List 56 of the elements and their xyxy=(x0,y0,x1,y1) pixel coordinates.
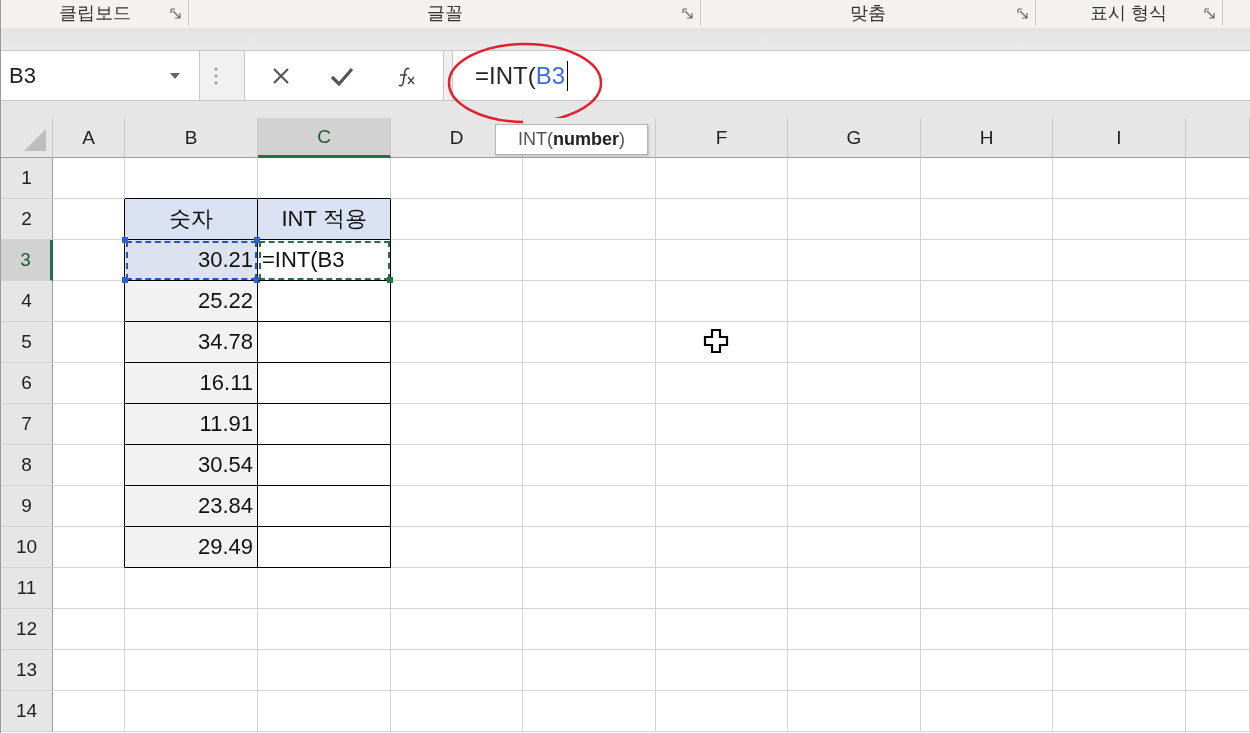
row-header[interactable]: 4 xyxy=(1,281,53,322)
function-tooltip: INT(number) xyxy=(495,124,648,155)
dropdown-arrow-icon[interactable] xyxy=(169,71,181,80)
table-cell: 30.21 xyxy=(125,240,258,281)
table-cell: 23.84 xyxy=(125,486,258,527)
table-cell: 16.11 xyxy=(125,363,258,404)
dialog-launcher-icon[interactable] xyxy=(1017,8,1029,20)
table-cell: 29.49 xyxy=(125,527,258,568)
row-header[interactable]: 11 xyxy=(1,568,53,609)
group-label: 글꼴 xyxy=(426,2,463,25)
header-cell: 숫자 xyxy=(125,199,258,240)
dialog-launcher-icon[interactable] xyxy=(1204,8,1216,20)
active-cell[interactable]: =INT(B3 xyxy=(258,240,391,281)
column-header[interactable]: G xyxy=(788,118,921,158)
column-header[interactable]: F xyxy=(656,118,788,158)
row-header[interactable]: 6 xyxy=(1,363,53,404)
reference-handle[interactable] xyxy=(254,277,260,283)
row-header[interactable]: 13 xyxy=(1,650,53,691)
row-header[interactable]: 12 xyxy=(1,609,53,650)
fill-handle[interactable] xyxy=(387,277,393,283)
group-label: 표시 형식 xyxy=(1090,2,1168,25)
column-header[interactable] xyxy=(1186,118,1250,158)
row-header[interactable]: 10 xyxy=(1,527,53,568)
name-box[interactable]: B3 xyxy=(1,51,200,100)
column-header[interactable]: A xyxy=(53,118,125,158)
row-header[interactable]: 8 xyxy=(1,445,53,486)
grip-icon[interactable] xyxy=(214,66,218,85)
table-cell: 25.22 xyxy=(125,281,258,322)
formula-text: =INT(B3 xyxy=(475,61,566,90)
column-header[interactable]: H xyxy=(921,118,1053,158)
reference-handle[interactable] xyxy=(122,277,128,283)
text-cursor xyxy=(567,60,569,91)
table-cell: 30.54 xyxy=(125,445,258,486)
reference-handle[interactable] xyxy=(122,237,128,243)
row-header[interactable]: 2 xyxy=(1,199,53,240)
checkmark-icon xyxy=(330,65,354,86)
row-header[interactable]: 3 xyxy=(1,240,53,281)
row-header[interactable]: 1 xyxy=(1,158,53,199)
dialog-launcher-icon[interactable] xyxy=(682,8,694,20)
cross-cursor-icon xyxy=(703,328,729,354)
header-cell: INT 적용 xyxy=(258,199,391,240)
dialog-launcher-icon[interactable] xyxy=(170,8,182,20)
column-header[interactable]: B xyxy=(125,118,258,158)
row-header[interactable]: 7 xyxy=(1,404,53,445)
formula-input[interactable]: =INT(B3 xyxy=(452,51,1250,100)
column-header[interactable]: I xyxy=(1053,118,1186,158)
reference-handle[interactable] xyxy=(254,237,260,243)
row-header[interactable]: 9 xyxy=(1,486,53,527)
group-label: 맞춤 xyxy=(850,2,886,25)
close-icon xyxy=(270,65,291,86)
table-cell: 11.91 xyxy=(125,404,258,445)
row-header[interactable]: 5 xyxy=(1,322,53,363)
group-label: 클립보드 xyxy=(58,2,131,25)
row-header[interactable]: 14 xyxy=(1,691,53,732)
table-cell: 34.78 xyxy=(125,322,258,363)
column-header[interactable]: C xyxy=(258,118,391,158)
